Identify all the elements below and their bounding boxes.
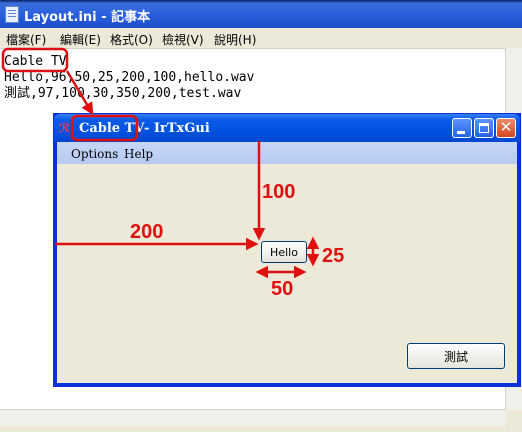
notepad-menubar: 檔案(F) 編輯(E) 格式(O) 檢視(V) 說明(H) xyxy=(0,28,522,49)
irtxgui-title-bar[interactable]: ℛ Cable TV - IrTxGui ✕ xyxy=(54,114,520,142)
menu-options[interactable]: Options xyxy=(71,147,118,161)
notepad-title-bar[interactable]: Layout.ini - 記事本 xyxy=(0,0,522,28)
notepad-icon xyxy=(5,6,19,23)
window-title-highlight: Cable TV xyxy=(79,121,145,136)
text-line: Hello,96,50,25,200,100,hello.wav xyxy=(4,70,255,85)
text-line: Cable TV xyxy=(4,54,67,69)
scroll-corner xyxy=(506,410,522,426)
text-line: 測試,97,100,30,350,200,test.wav xyxy=(4,86,242,101)
window-bottom-edge xyxy=(0,426,522,432)
maximize-button[interactable] xyxy=(474,118,494,138)
app-icon: ℛ xyxy=(59,121,71,135)
menu-edit[interactable]: 編輯(E) xyxy=(60,31,101,48)
maximize-icon xyxy=(479,123,489,133)
menu-help-app[interactable]: Help xyxy=(124,147,153,161)
irtxgui-menubar: Options Help xyxy=(57,142,517,164)
window-title-rest: - IrTxGui xyxy=(144,121,210,136)
irtxgui-window: ℛ Cable TV - IrTxGui ✕ Options Help Hell… xyxy=(53,113,521,387)
minimize-button[interactable] xyxy=(452,118,472,138)
irtxgui-client-area: Hello 測試 xyxy=(57,164,517,383)
menu-file[interactable]: 檔案(F) xyxy=(6,31,46,48)
menu-view[interactable]: 檢視(V) xyxy=(162,31,204,48)
menu-format[interactable]: 格式(O) xyxy=(110,31,153,48)
horizontal-scrollbar[interactable] xyxy=(0,409,506,426)
notepad-title: Layout.ini - 記事本 xyxy=(24,10,151,25)
test-button[interactable]: 測試 xyxy=(407,343,505,369)
notepad-edit-area[interactable]: Cable TV Hello,96,50,25,200,100,hello.wa… xyxy=(4,54,484,102)
minimize-icon xyxy=(457,131,465,134)
hello-button[interactable]: Hello xyxy=(261,241,307,263)
close-button[interactable]: ✕ xyxy=(496,118,516,138)
menu-help[interactable]: 說明(H) xyxy=(214,31,256,48)
close-icon: ✕ xyxy=(499,118,513,136)
